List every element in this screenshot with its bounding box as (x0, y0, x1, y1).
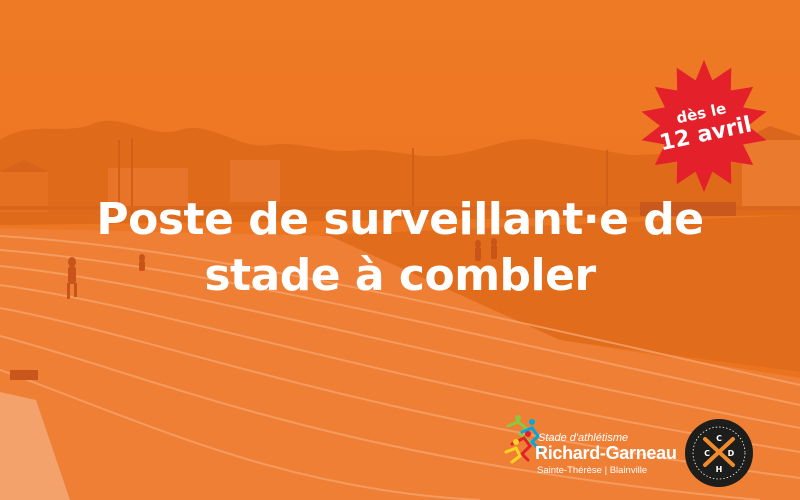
svg-text:C: C (704, 449, 710, 458)
svg-text:H: H (716, 465, 723, 474)
svg-text:D: D (728, 449, 735, 458)
headline: Poste de surveillant·e de stade à comble… (0, 192, 800, 304)
headline-line-2: stade à combler (204, 250, 596, 301)
svg-text:C: C (716, 434, 722, 443)
hurdle (10, 370, 38, 380)
logo-line-2: Richard-Garneau (535, 443, 677, 463)
announcement-banner: Poste de surveillant·e de stade à comble… (0, 0, 800, 500)
logo-line-3: Sainte-Thérèse | Blainville (537, 465, 648, 476)
club-seal-logo: C C D H (685, 419, 753, 487)
badge-text: dès le 12 avril (623, 45, 784, 206)
